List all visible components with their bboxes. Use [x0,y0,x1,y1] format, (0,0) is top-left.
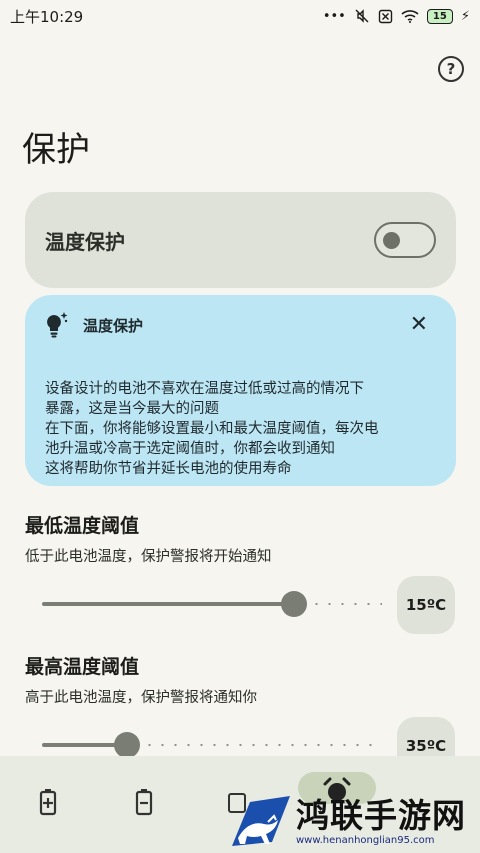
info-card: 温度保护 ✕ 设备设计的电池不喜欢在温度过低或过高的情况下 暴露，这是当今最大的… [25,295,456,486]
temperature-protection-toggle[interactable] [374,222,436,258]
toggle-knob [383,232,400,249]
charging-bolt-icon: ⚡ [460,8,470,24]
close-info-button[interactable]: ✕ [410,314,428,336]
min-threshold-value: 15ºC [397,576,455,634]
slider-thumb[interactable] [281,591,307,617]
slider-ticks [310,603,382,605]
status-time: 上午10:29 [10,7,84,26]
status-icons: ••• 15 ⚡ [323,8,470,24]
status-bar: 上午10:29 ••• 15 ⚡ [0,0,480,32]
no-sim-icon [378,9,393,23]
min-threshold-title: 最低温度阈值 [25,515,140,537]
info-line: 在下面，你将能够设置最小和最大温度阈值，每次电 [45,421,379,437]
watermark-logo-icon [232,795,290,846]
help-circle-icon: ? [446,60,456,78]
temperature-protection-label: 温度保护 [45,229,125,254]
more-dots-icon: ••• [322,8,346,24]
slider-thumb[interactable] [114,732,140,758]
nav-item-battery[interactable] [129,786,159,818]
info-card-header: 温度保护 ✕ [45,311,436,339]
slider-track-active [42,602,294,606]
mute-icon [355,9,369,23]
battery-charging-icon [39,789,57,816]
info-line: 设备设计的电池不喜欢在温度过低或过高的情况下 [45,381,364,397]
info-card-body: 设备设计的电池不喜欢在温度过低或过高的情况下 暴露，这是当今最大的问题 在下面，… [45,379,436,479]
temperature-protection-card[interactable]: 温度保护 [25,192,456,288]
min-threshold-description: 低于此电池温度，保护警报将开始通知 [25,549,272,565]
watermark-url: www.henanhonglian95.com [296,834,435,846]
info-line: 池升温或冷高于选定阈值时，你都会收到通知 [45,441,335,457]
slider-ticks [143,744,382,746]
info-line: 暴露，这是当今最大的问题 [45,401,219,417]
wifi-icon [401,10,419,23]
watermark-title: 鸿联手游网 [296,795,466,835]
help-button[interactable]: ? [438,56,464,82]
nav-item-charging[interactable] [33,786,63,818]
max-threshold-description: 高于此电池温度，保护警报将通知你 [25,690,257,706]
max-threshold-title: 最高温度阈值 [25,656,140,678]
battery-indicator: 15 [426,8,453,24]
battery-icon [135,789,153,816]
watermark: 鸿联手游网 www.henanhonglian95.com [228,790,480,853]
close-icon: ✕ [409,312,428,337]
lightbulb-sparkle-icon [47,312,68,338]
page-title: 保护 [22,130,90,170]
info-line: 这将帮助你节省并延长电池的使用寿命 [45,461,292,477]
info-card-title: 温度保护 [83,316,144,335]
min-threshold-slider[interactable] [42,589,382,619]
watermark-text: 鸿联手游网 www.henanhonglian95.com [296,795,466,847]
